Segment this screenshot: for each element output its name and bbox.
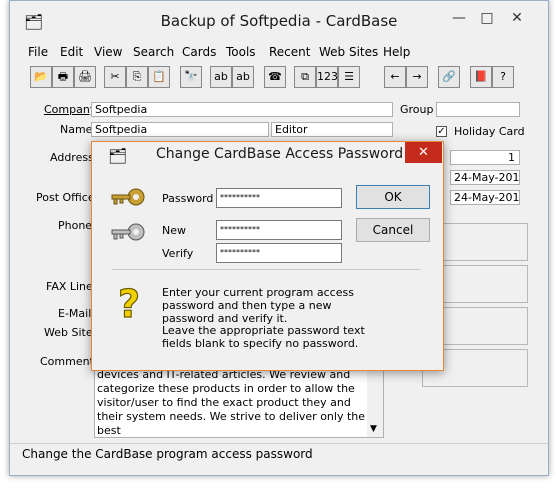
password-input[interactable]: **********: [216, 188, 342, 208]
cut-icon[interactable]: ✂: [104, 66, 126, 88]
new-password-input[interactable]: **********: [216, 220, 342, 240]
close-button[interactable]: ✕: [504, 7, 530, 29]
dialog-close-button[interactable]: ✕: [405, 142, 442, 163]
question-mark-icon: ?: [117, 283, 140, 323]
ok-button[interactable]: OK: [356, 185, 430, 209]
password-label: Password: [162, 192, 214, 205]
date-modified-field[interactable]: 24-May-2013: [450, 190, 520, 205]
toolbar: 📂 🖶 🖨 ✂ ⎘ 📋 🔭 ab ab ☎ ⧉ 123 ☰ ← → 🔗 📕 ?: [24, 65, 544, 91]
menu-view[interactable]: View: [94, 45, 122, 59]
print-setup-icon[interactable]: 🖨: [74, 66, 96, 88]
dialog-separator: [112, 269, 420, 270]
cancel-button[interactable]: Cancel: [356, 218, 430, 242]
number-field[interactable]: 1: [450, 150, 520, 165]
web-icon[interactable]: 🔗: [438, 66, 460, 88]
list-icon[interactable]: ☰: [338, 66, 360, 88]
holiday-card-label: Holiday Card: [454, 125, 525, 138]
help-text-1: Enter your current program access passwo…: [162, 286, 354, 325]
scroll-down-icon[interactable]: ▼: [370, 422, 377, 436]
website-label: Web Site: [44, 326, 93, 339]
help-icon[interactable]: ?: [492, 66, 514, 88]
phone-label: Phone: [58, 219, 93, 232]
print-icon[interactable]: 🖶: [52, 66, 74, 88]
number-icon[interactable]: 123: [316, 66, 338, 88]
group-label: Group: [400, 103, 434, 116]
menu-web-sites[interactable]: Web Sites: [319, 45, 378, 59]
key-icon: [111, 188, 145, 206]
address-label: Address: [50, 151, 94, 164]
menu-file[interactable]: File: [28, 45, 48, 59]
verify-password-input[interactable]: **********: [216, 243, 342, 263]
new-key-icon: [111, 223, 145, 241]
fax-line-label: FAX Line: [46, 280, 93, 293]
window-title: Backup of Softpedia - CardBase: [160, 12, 398, 30]
menu-cards[interactable]: Cards: [182, 45, 216, 59]
menu-search[interactable]: Search: [133, 45, 174, 59]
company-field[interactable]: Softpedia: [91, 102, 393, 117]
status-bar: Change the CardBase program access passw…: [10, 443, 548, 464]
sort-icon[interactable]: ab: [210, 66, 232, 88]
title-bar: 🗂 Backup of Softpedia - CardBase — □ ✕: [10, 1, 548, 41]
dialog-title: Change CardBase Access Password: [156, 146, 404, 162]
svg-text:?: ?: [118, 283, 140, 323]
dial-icon[interactable]: ☎: [264, 66, 286, 88]
copy-icon[interactable]: ⎘: [126, 66, 148, 88]
next-icon[interactable]: →: [406, 66, 428, 88]
minimize-button[interactable]: —: [446, 7, 472, 29]
open-icon[interactable]: 📂: [30, 66, 52, 88]
spell-icon[interactable]: ab: [232, 66, 254, 88]
menu-bar: File Edit View Search Cards Tools Recent…: [10, 43, 548, 63]
holiday-card-checkbox[interactable]: ✓: [436, 126, 447, 137]
company-label: Company: [44, 103, 97, 116]
menu-help[interactable]: Help: [383, 45, 410, 59]
cascade-icon[interactable]: ⧉: [294, 66, 316, 88]
prev-icon[interactable]: ←: [384, 66, 406, 88]
post-office-label: Post Office: [36, 191, 95, 204]
change-password-dialog: 🗂 Change CardBase Access Password ✕ Pass…: [91, 141, 444, 371]
new-password-label: New: [162, 224, 186, 237]
email-label: E-Mail: [58, 307, 92, 320]
title-field[interactable]: Editor: [271, 122, 393, 137]
cardbase-dialog-icon: 🗂: [108, 147, 128, 165]
menu-edit[interactable]: Edit: [60, 45, 83, 59]
group-field[interactable]: [436, 102, 520, 117]
date-created-field[interactable]: 24-May-2013: [450, 170, 520, 185]
name-field[interactable]: Softpedia: [91, 122, 269, 137]
cardbase-app-icon[interactable]: 🗂: [24, 13, 43, 31]
name-label: Name: [60, 123, 93, 136]
book-icon[interactable]: 📕: [470, 66, 492, 88]
verify-password-label: Verify: [162, 247, 194, 260]
paste-icon[interactable]: 📋: [148, 66, 170, 88]
maximize-button[interactable]: □: [474, 7, 500, 29]
help-text-2: Leave the appropriate password text fiel…: [162, 324, 365, 350]
menu-recent[interactable]: Recent: [269, 45, 310, 59]
status-text: Change the CardBase program access passw…: [22, 447, 313, 461]
find-icon[interactable]: 🔭: [180, 66, 202, 88]
menu-tools[interactable]: Tools: [226, 45, 256, 59]
